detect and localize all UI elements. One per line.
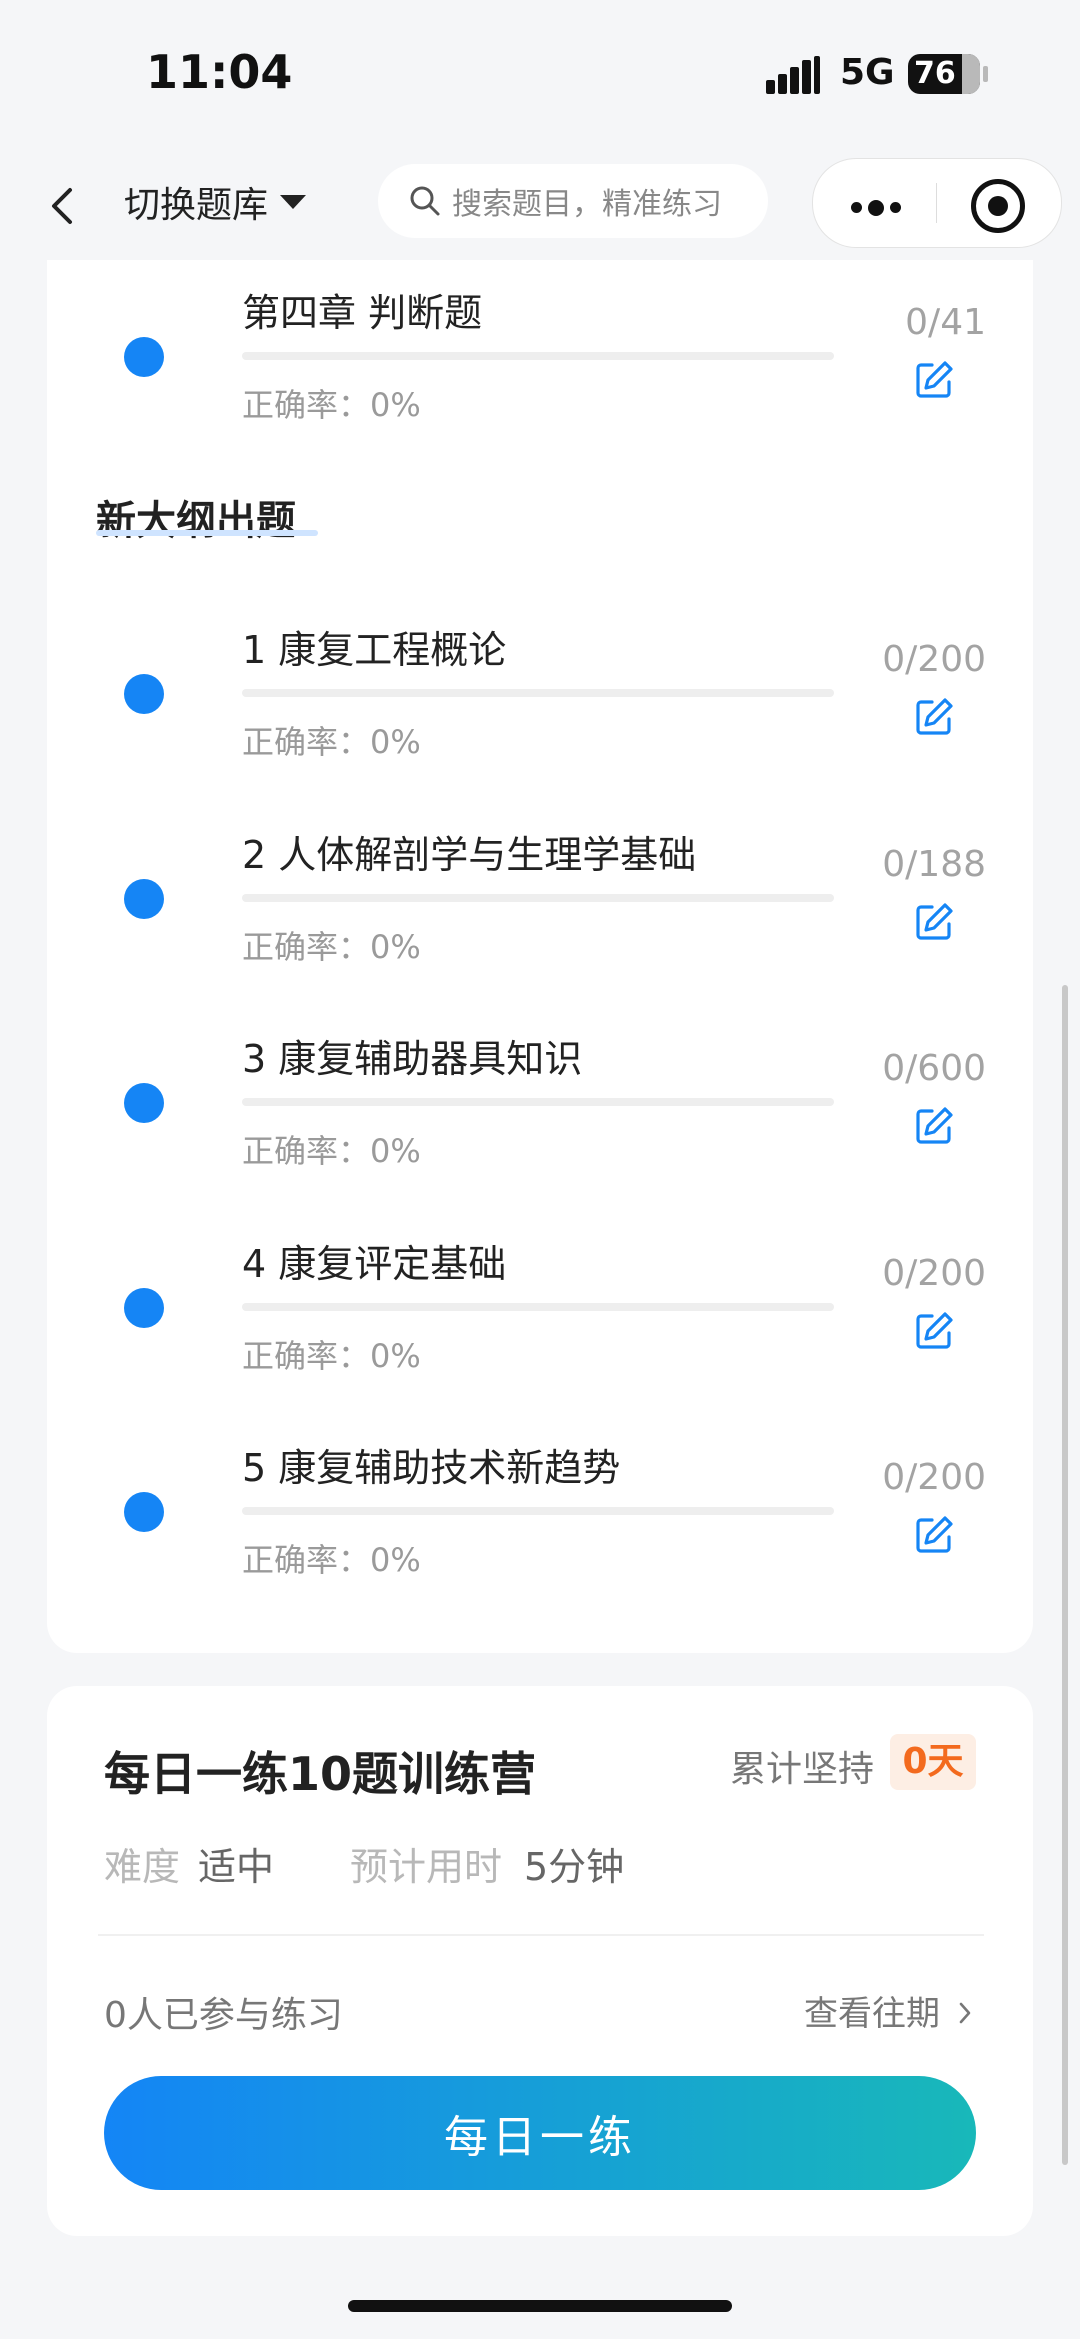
progress-bar [242,894,834,902]
mini-program-capsule [812,158,1062,248]
chapter-title: 2 人体解剖学与生理学基础 [242,833,697,877]
back-arrow-icon[interactable] [44,178,84,234]
progress-bar [242,689,834,697]
more-dots-icon[interactable] [851,197,907,216]
history-label: 查看往期 [804,1994,940,2034]
progress-bar [242,352,834,360]
section-title-underline [96,530,318,536]
accuracy-label: 正确率：0% [242,723,421,761]
accuracy-label: 正确率：0% [242,386,421,424]
chapter-title: 4 康复评定基础 [242,1242,507,1286]
history-link[interactable]: 查看往期 [804,1986,975,2035]
chevron-right-icon [959,2002,971,2024]
battery-cap [983,66,988,82]
edit-icon[interactable] [912,1309,956,1353]
chapter-dot [124,1288,164,1328]
accuracy-label: 正确率：0% [242,1541,421,1579]
daily-practice-label: 每日一练 [444,2112,636,2163]
chapter-dot [124,674,164,714]
status-time: 11:04 [146,45,293,99]
edit-icon[interactable] [912,358,956,402]
edit-icon[interactable] [912,695,956,739]
search-icon [410,186,440,216]
daily-practice-button[interactable]: 每日一练 [104,2076,976,2190]
battery-level: 76 [914,56,956,91]
chapter-dot [124,337,164,377]
difficulty-value: 适中 [198,1845,275,1889]
chapter-dot [124,1492,164,1532]
search-input[interactable]: 搜索题目，精准练习 [378,164,768,238]
progress-bar [242,1507,834,1515]
search-placeholder: 搜索题目，精准练习 [452,187,722,222]
camp-title: 每日一练10题训练营 [104,1747,537,1801]
question-count: 0/200 [882,639,986,680]
edit-icon[interactable] [912,900,956,944]
battery-icon: 76 [908,54,980,94]
progress-bar [242,1098,834,1106]
scrollbar[interactable] [1062,985,1068,2165]
divider [98,1934,984,1936]
question-count: 0/600 [882,1048,986,1089]
progress-bar [242,1303,834,1311]
accuracy-label: 正确率：0% [242,928,421,966]
section-title: 新大纲出题 [96,498,296,544]
edit-icon[interactable] [912,1104,956,1148]
switch-bank-button[interactable]: 切换题库 [124,176,307,228]
target-icon[interactable] [971,179,1025,233]
chapter-title: 5 康复辅助技术新趋势 [242,1446,621,1490]
chapter-title: 1 康复工程概论 [242,628,507,672]
persist-label: 累计坚持 [730,1749,875,1790]
network-type: 5G [840,52,895,93]
persist-days-badge: 0天 [890,1734,976,1790]
question-count: 0/200 [882,1457,986,1498]
accuracy-label: 正确率：0% [242,1132,421,1170]
participants-count: 0人已参与练习 [104,1995,343,2036]
time-label: 预计用时 [350,1845,503,1889]
chapter-dot [124,1083,164,1123]
capsule-divider [936,183,937,223]
time-value: 5分钟 [524,1845,625,1889]
accuracy-label: 正确率：0% [242,1337,421,1375]
chapter-title: 3 康复辅助器具知识 [242,1037,583,1081]
question-count: 0/188 [882,844,986,885]
question-count: 0/41 [905,302,986,343]
question-count: 0/200 [882,1253,986,1294]
edit-icon[interactable] [912,1513,956,1557]
status-bar: 11:04 5G 76 [0,0,1080,150]
difficulty-label: 难度 [104,1845,181,1889]
chapter-dot [124,879,164,919]
chapter-title: 第四章 判断题 [242,291,483,335]
switch-bank-label: 切换题库 [124,185,269,226]
signal-icon [766,56,822,94]
nav-bar: 切换题库 搜索题目，精准练习 [0,150,1080,260]
caret-down-icon [280,195,307,209]
home-indicator[interactable] [348,2300,732,2312]
